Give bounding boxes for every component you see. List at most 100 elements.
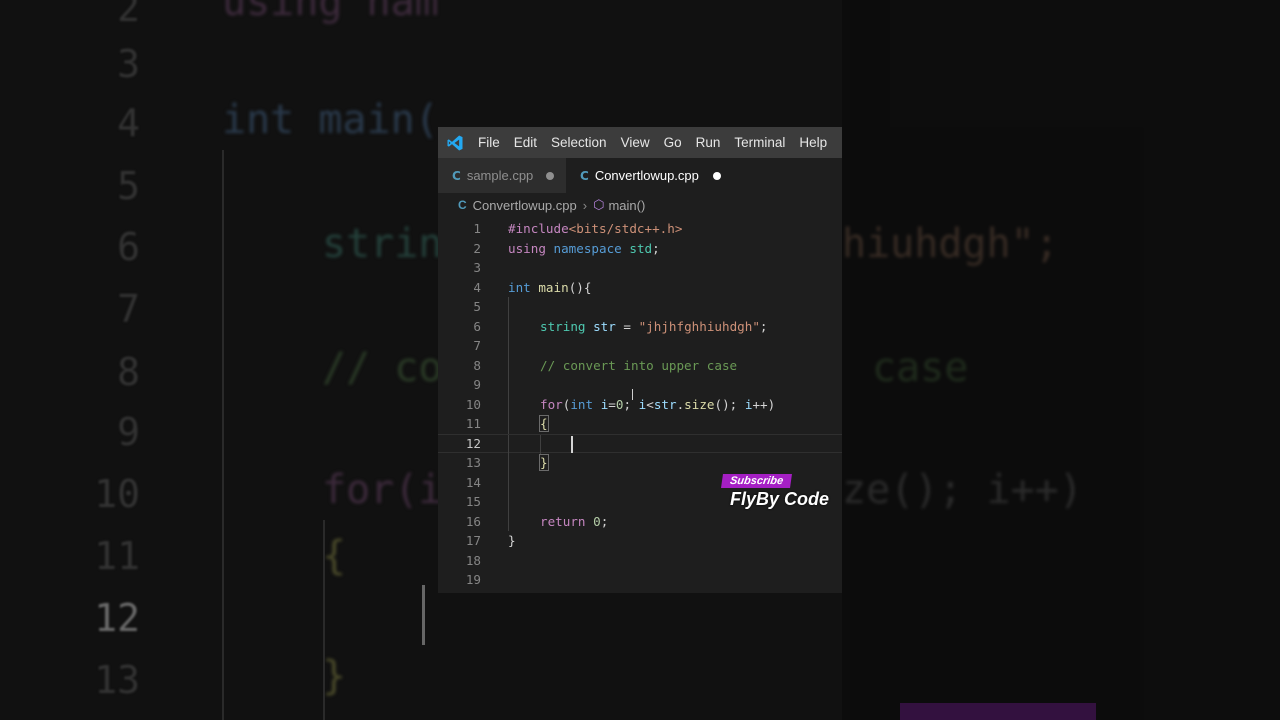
line-number: 19 bbox=[465, 572, 481, 588]
line-number: 2 bbox=[473, 240, 481, 256]
tab-bar: C sample.cpp C Convertlowup.cpp bbox=[438, 158, 842, 193]
code-line: 2 using namespace std; bbox=[438, 239, 842, 259]
line-number: 17 bbox=[465, 533, 481, 549]
indent-guide bbox=[508, 316, 509, 336]
menu-edit[interactable]: Edit bbox=[514, 135, 537, 150]
bg-line-number: 3 bbox=[117, 42, 140, 86]
bg-line-number: 7 bbox=[117, 287, 140, 331]
tab-label: Convertlowup.cpp bbox=[594, 168, 699, 183]
tab-label: sample.cpp bbox=[466, 168, 534, 183]
token: str bbox=[593, 318, 616, 334]
channel-watermark: Subscribe FlyBy Code bbox=[721, 469, 829, 510]
token: } bbox=[540, 455, 548, 471]
bg-line-number: 12 bbox=[94, 596, 140, 640]
token: using bbox=[508, 240, 546, 256]
token: <bits/stdc++.h> bbox=[568, 221, 683, 237]
bg-indent-guide bbox=[323, 520, 325, 720]
token: 0 bbox=[593, 513, 601, 529]
token: int bbox=[570, 396, 594, 412]
bg-code-fragment: for(i bbox=[322, 467, 443, 513]
mouse-ibeam-icon bbox=[632, 389, 633, 400]
cpp-file-icon: C bbox=[458, 198, 467, 212]
token: #include bbox=[508, 221, 569, 237]
token: ; bbox=[600, 513, 609, 529]
tab-convertlowup-cpp[interactable]: C Convertlowup.cpp bbox=[566, 158, 842, 193]
bg-line-number: 4 bbox=[117, 101, 140, 145]
code-line: 5 bbox=[438, 297, 842, 317]
subscribe-badge[interactable]: Subscribe bbox=[721, 474, 793, 488]
line-number: 16 bbox=[465, 513, 481, 529]
token: main bbox=[538, 279, 569, 295]
code-line: 8 // convert into upper case bbox=[438, 355, 842, 375]
token: int bbox=[508, 279, 531, 295]
line-number: 11 bbox=[465, 416, 481, 432]
token: < bbox=[646, 396, 654, 412]
breadcrumb-file[interactable]: Convertlowup.cpp bbox=[473, 198, 577, 213]
code-line: 1 #include<bits/stdc++.h> bbox=[438, 219, 842, 239]
token: "jhjhfghhiuhdgh" bbox=[638, 318, 760, 334]
code-editor[interactable]: 1 #include<bits/stdc++.h> 2 using namesp… bbox=[438, 217, 842, 590]
tab-sample-cpp[interactable]: C sample.cpp bbox=[438, 158, 566, 193]
unsaved-dot-icon[interactable] bbox=[546, 171, 554, 180]
bg-line-number: 10 bbox=[94, 472, 140, 516]
unsaved-dot-icon[interactable] bbox=[712, 171, 721, 180]
indent-guide bbox=[508, 375, 509, 395]
line-number: 8 bbox=[473, 357, 481, 373]
token: ; bbox=[759, 318, 768, 334]
token: { bbox=[540, 416, 548, 432]
menu-file[interactable]: File bbox=[478, 135, 500, 150]
line-number: 9 bbox=[473, 377, 481, 393]
indent-guide bbox=[508, 355, 509, 375]
vscode-window: File Edit Selection View Go Run Terminal… bbox=[438, 127, 842, 593]
cpp-file-icon: C bbox=[452, 168, 461, 183]
token: str bbox=[653, 396, 677, 412]
token: namespace bbox=[553, 240, 622, 256]
cpp-file-icon: C bbox=[580, 168, 589, 183]
bg-code-fragment: } bbox=[322, 653, 347, 699]
code-line: 4 int main(){ bbox=[438, 278, 842, 298]
line-number: 13 bbox=[465, 455, 481, 471]
menu-run[interactable]: Run bbox=[696, 135, 721, 150]
menu-help[interactable]: Help bbox=[799, 135, 827, 150]
indent-guide bbox=[508, 414, 509, 434]
menu-go[interactable]: Go bbox=[664, 135, 682, 150]
token: return bbox=[540, 513, 586, 529]
indent-guide bbox=[540, 434, 541, 454]
line-number: 18 bbox=[465, 552, 481, 568]
text-cursor bbox=[571, 435, 573, 453]
line-number: 6 bbox=[473, 318, 481, 334]
code-line: 3 bbox=[438, 258, 842, 278]
code-line: 6 string str = "jhjhfghhiuhdgh"; bbox=[438, 316, 842, 336]
bg-line-number: 9 bbox=[117, 410, 140, 454]
menu-terminal[interactable]: Terminal bbox=[734, 135, 785, 150]
menu-view[interactable]: View bbox=[621, 135, 650, 150]
code-line: 19 bbox=[438, 570, 842, 590]
menu-selection[interactable]: Selection bbox=[551, 135, 607, 150]
line-number: 12 bbox=[465, 435, 481, 451]
bg-code-fragment: using nam bbox=[222, 0, 439, 25]
indent-guide bbox=[508, 434, 509, 454]
indent-guide bbox=[508, 453, 509, 473]
code-line: 16 return 0; bbox=[438, 511, 842, 531]
bg-code-fragment: { bbox=[322, 533, 347, 579]
bg-indent-guide bbox=[222, 150, 224, 720]
code-line: 11 { bbox=[438, 414, 842, 434]
chevron-right-icon: › bbox=[582, 197, 588, 213]
line-number: 3 bbox=[473, 260, 481, 276]
indent-guide bbox=[508, 511, 509, 531]
bg-code-fragment: strin bbox=[322, 221, 443, 267]
vscode-logo-icon bbox=[447, 135, 463, 150]
line-number: 14 bbox=[465, 474, 481, 490]
breadcrumb-symbol[interactable]: main() bbox=[608, 198, 645, 213]
code-line-current: 12 bbox=[438, 433, 842, 454]
indent-guide bbox=[508, 472, 509, 492]
breadcrumb: C Convertlowup.cpp › ⬡ main() bbox=[438, 193, 842, 217]
bg-line-number: 5 bbox=[117, 164, 140, 208]
token: (){ bbox=[568, 279, 592, 295]
line-number: 10 bbox=[465, 396, 481, 412]
token: ++) bbox=[752, 396, 776, 412]
indent-guide bbox=[508, 297, 509, 317]
code-line: 18 bbox=[438, 551, 842, 571]
code-line: 10 for(int i=0; i<str.size(); i++) bbox=[438, 394, 842, 414]
